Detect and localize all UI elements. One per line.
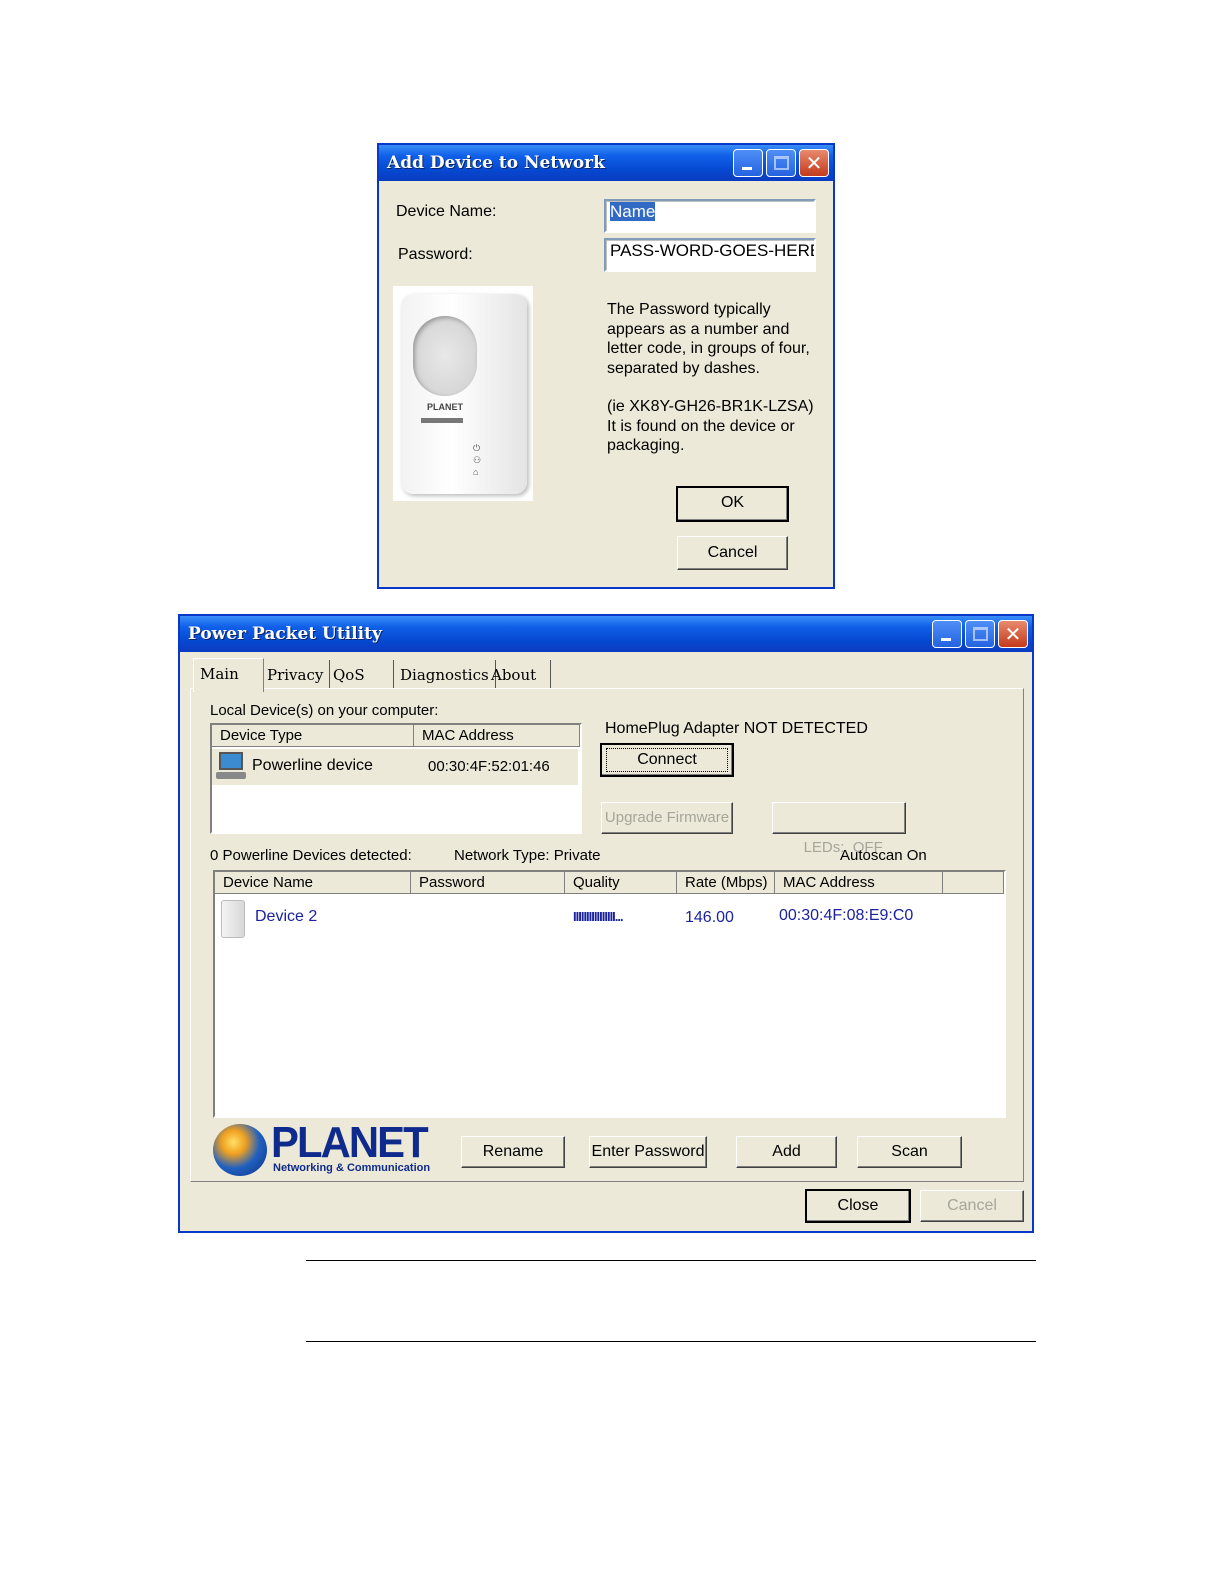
password-value: PASS-WORD-GOES-HERE (610, 241, 816, 260)
autoscan-status[interactable]: Autoscan On (840, 847, 927, 864)
maximize-button[interactable] (766, 149, 796, 177)
network-type-text: Network Type: Private (454, 847, 601, 864)
password-label: Password: (398, 246, 473, 263)
tab-privacy[interactable]: Privacy (261, 660, 331, 690)
local-devices-label: Local Device(s) on your computer: (210, 702, 439, 719)
cancel-utility-button[interactable]: Cancel (920, 1190, 1024, 1222)
maximize-button[interactable] (965, 620, 995, 648)
table-row[interactable]: Powerline device 00:30:4F:52:01:46 (212, 749, 578, 785)
close-icon: ✕ (1004, 622, 1022, 646)
computer-icon-screen (219, 752, 243, 770)
maximize-icon (774, 156, 789, 170)
tab-about[interactable]: About (485, 660, 552, 690)
connect-button[interactable]: Connect (600, 743, 734, 777)
scan-button-label: Scan (891, 1143, 928, 1160)
help-text-1: The Password typically appears as a numb… (607, 301, 810, 377)
add-device-dialog: Add Device to Network ✕ Device Name: Nam… (377, 143, 835, 589)
device-name-value: Name (610, 202, 656, 221)
tab-diagnostics[interactable]: Diagnostics (394, 660, 496, 690)
connect-button-label: Connect (606, 748, 728, 772)
scan-button[interactable]: Scan (857, 1136, 962, 1168)
column-spacer (943, 872, 1004, 894)
upgrade-firmware-label: Upgrade Firmware (604, 809, 730, 826)
remote-device-name: Device 2 (255, 908, 318, 925)
remote-device-mac: 00:30:4F:08:E9:C0 (779, 907, 914, 924)
adapter-status-text: HomePlug Adapter NOT DETECTED (605, 720, 868, 737)
utility-window-controls: ✕ (932, 620, 1028, 648)
adapter-icon (221, 900, 245, 938)
ok-button[interactable]: OK (676, 486, 789, 522)
status-leds-icon: ⏻ ⚇ ⌂ (473, 443, 482, 477)
column-quality[interactable]: Quality (565, 872, 677, 894)
cancel-utility-button-label: Cancel (947, 1197, 997, 1214)
table-row[interactable]: Device 2 IIIIIIIIIIIIIIII... 146.00 00:3… (215, 896, 1004, 940)
local-device-mac: 00:30:4F:52:01:46 (428, 758, 550, 775)
enter-password-button[interactable]: Enter Password (589, 1136, 707, 1168)
devices-detected-text: 0 Powerline Devices detected: (210, 847, 412, 864)
column-device-type[interactable]: Device Type (212, 725, 414, 747)
minimize-icon (941, 638, 951, 641)
column-device-name[interactable]: Device Name (215, 872, 411, 894)
column-mac-address[interactable]: MAC Address (414, 725, 580, 747)
ok-button-label: OK (720, 494, 745, 511)
powerline-devices-table[interactable]: Device Name Password Quality Rate (Mbps)… (213, 870, 1006, 1118)
computer-icon-base (216, 772, 246, 779)
close-button[interactable]: ✕ (799, 149, 829, 177)
utility-title: Power Packet Utility (180, 616, 1032, 652)
remote-device-quality: IIIIIIIIIIIIIIII... (573, 909, 624, 924)
local-device-type: Powerline device (252, 757, 373, 774)
adapter-brand: PLANET (427, 402, 463, 412)
remote-device-rate: 146.00 (685, 909, 734, 926)
device-name-input[interactable]: Name (604, 199, 816, 233)
leds-toggle-button[interactable]: LEDs: OFF (772, 802, 906, 856)
close-dialog-button-label: Close (837, 1197, 879, 1214)
upgrade-firmware-button[interactable]: Upgrade Firmware (601, 802, 733, 834)
adapter-label-strip (421, 418, 463, 423)
cancel-button-label: Cancel (707, 544, 758, 561)
computer-icon (216, 752, 246, 780)
minimize-button[interactable] (932, 620, 962, 648)
planet-logo: PLANET Networking & Communication (213, 1118, 430, 1178)
logo-wordmark: PLANET (271, 1118, 429, 1167)
add-button-label: Add (772, 1143, 801, 1160)
column-rate[interactable]: Rate (Mbps) (677, 872, 775, 894)
minimize-icon (742, 167, 752, 170)
divider-bottom (306, 1341, 1036, 1342)
tab-qos[interactable]: QoS (327, 660, 394, 690)
tab-main[interactable]: Main (193, 658, 264, 692)
logo-tagline: Networking & Communication (273, 1162, 431, 1174)
column-mac-address[interactable]: MAC Address (775, 872, 943, 894)
help-text-2: (ie XK8Y-GH26-BR1K-LZSA) It is found on … (607, 398, 814, 454)
globe-icon (213, 1124, 267, 1176)
add-button[interactable]: Add (736, 1136, 837, 1168)
minimize-button[interactable] (733, 149, 763, 177)
rename-button[interactable]: Rename (461, 1136, 565, 1168)
local-devices-list[interactable]: Device Type MAC Address Powerline device… (210, 723, 582, 834)
powerline-adapter-image: PLANET ⏻ ⚇ ⌂ (393, 286, 533, 501)
device-name-label: Device Name: (396, 203, 497, 220)
rename-button-label: Rename (482, 1143, 544, 1160)
maximize-icon (973, 627, 988, 641)
column-password[interactable]: Password (411, 872, 565, 894)
close-icon: ✕ (805, 151, 823, 175)
dialog-window-controls: ✕ (733, 149, 829, 177)
close-dialog-button[interactable]: Close (805, 1189, 911, 1223)
enter-password-button-label: Enter Password (591, 1143, 705, 1160)
cancel-button[interactable]: Cancel (677, 536, 788, 570)
divider-top (306, 1260, 1036, 1261)
close-button[interactable]: ✕ (998, 620, 1028, 648)
socket-icon (413, 316, 477, 396)
password-input[interactable]: PASS-WORD-GOES-HERE (604, 238, 816, 272)
